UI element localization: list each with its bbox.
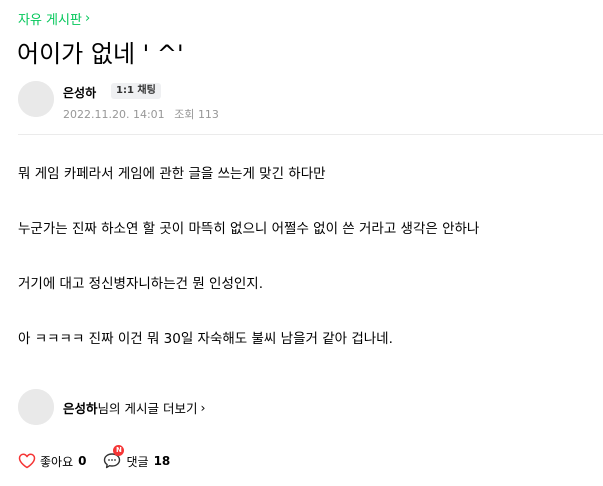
- chat-button[interactable]: 1:1 채팅: [111, 83, 161, 99]
- default-profile-icon: [18, 81, 54, 117]
- default-profile-icon: [18, 389, 54, 425]
- post-content: 뭐 게임 카페라서 게임에 관한 글을 쓰는게 맞긴 하다만 누군가는 진짜 하…: [18, 164, 598, 349]
- author-avatar[interactable]: [18, 81, 54, 117]
- heart-icon: [18, 453, 36, 469]
- like-button[interactable]: 좋아요 0: [18, 453, 86, 470]
- views-count: 113: [197, 108, 219, 121]
- views-label: 조회: [174, 108, 195, 121]
- board-breadcrumb-link[interactable]: 자유 게시판 ›: [18, 9, 90, 28]
- more-posts-label: 님의 게시글 더보기: [97, 400, 198, 416]
- author-avatar[interactable]: [18, 389, 54, 425]
- content-paragraph: 뭐 게임 카페라서 게임에 관한 글을 쓰는게 맞긴 하다만: [18, 166, 326, 182]
- post-title: 어이가 없네 ' ^': [17, 40, 184, 68]
- action-bar: 좋아요 0 N 댓글 18: [18, 445, 171, 471]
- more-posts-link[interactable]: 은성하 님의 게시글 더보기 ›: [63, 398, 205, 417]
- like-count: 0: [78, 454, 87, 468]
- more-posts-section: 은성하 님의 게시글 더보기 ›: [18, 389, 205, 425]
- comment-count: 18: [153, 454, 171, 468]
- comment-label: 댓글: [126, 454, 149, 469]
- new-comment-badge: N: [113, 445, 125, 456]
- chevron-right-icon: ›: [84, 11, 91, 26]
- board-name: 자유 게시판: [18, 13, 82, 28]
- author-nickname[interactable]: 은성하: [63, 84, 96, 101]
- header-divider: [18, 134, 603, 135]
- content-paragraph: 누군가는 진짜 하소연 할 곳이 마뜩히 없으니 어쩔수 없이 쓴 거라고 생각…: [18, 221, 480, 237]
- like-label: 좋아요: [40, 454, 74, 469]
- more-posts-nickname: 은성하: [63, 400, 98, 416]
- post-date: 2022.11.20. 14:01: [63, 108, 165, 121]
- content-paragraph: 거기에 대고 정신병자니하는건 뭔 인성인지.: [18, 276, 264, 292]
- post-meta: 2022.11.20. 14:01 조회 113: [63, 106, 219, 122]
- comment-icon: N: [102, 445, 125, 471]
- content-paragraph: 아 ㅋㅋㅋㅋ 진짜 이건 뭐 30일 자숙해도 불씨 남을거 같아 겁나네.: [18, 331, 393, 347]
- author-info: 은성하 1:1 채팅 2022.11.20. 14:01 조회 113: [18, 81, 588, 121]
- chevron-right-icon: ›: [200, 399, 206, 415]
- comment-button[interactable]: N 댓글 18: [102, 445, 171, 471]
